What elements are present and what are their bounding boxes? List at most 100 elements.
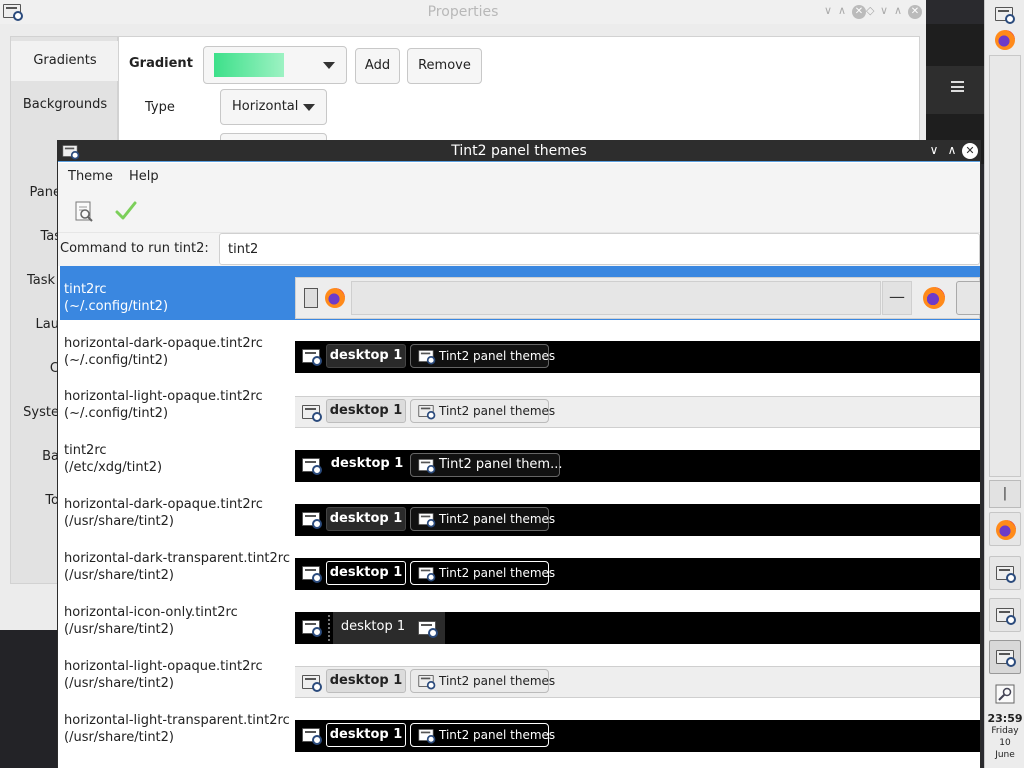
clock-day: Friday [991,726,1019,736]
hamburger-menu-icon[interactable] [951,81,964,92]
command-input[interactable] [219,233,980,265]
trash-launcher-icon [304,288,318,308]
tray-settings[interactable] [989,680,1021,708]
edit-theme-icon[interactable] [73,200,95,222]
sidebar-item-backgrounds[interactable]: Backgrounds [11,85,119,125]
add-gradient-button[interactable]: Add [355,48,400,84]
theme-row[interactable]: horizontal-light-transparent.tint2rc (/u… [60,698,980,752]
clock-date: 10 [999,738,1011,748]
panel-preview: desktop 1 Tint2 panel themes [295,720,980,752]
menu-help[interactable]: Help [129,169,159,184]
task-window-active[interactable] [989,640,1021,674]
task-label: Tint2 panel them... [439,457,563,472]
gradient-select[interactable] [203,46,347,84]
theme-path: (/usr/share/tint2) [64,514,174,529]
gradient-label: Gradient [129,56,193,71]
firefox-launcher[interactable] [989,26,1021,54]
theme-file: horizontal-dark-opaque.tint2rc [64,336,263,351]
window-icon [418,729,436,744]
type-select[interactable]: Horizontal [220,89,327,125]
theme-file: horizontal-light-transparent.tint2rc [64,713,290,728]
clock-time: 23:59 [987,712,1023,725]
desktop-button: desktop 1 [340,619,406,634]
minimize-alt-icon[interactable]: ∨ [880,4,894,18]
desktop-button: desktop 1 [326,399,406,423]
theme-row[interactable]: horizontal-dark-opaque.tint2rc (/usr/sha… [60,482,980,536]
minimize-icon[interactable]: ∨ [824,4,838,18]
theme-path: (/usr/share/tint2) [64,622,174,637]
pager[interactable] [989,55,1021,477]
firefox-icon [995,30,1015,50]
theme-path: (~/.config/tint2) [64,406,169,421]
task-button: Tint2 panel themes [410,399,555,423]
theme-file: tint2rc [64,282,107,297]
close-alt-icon[interactable]: ✕ [908,5,922,19]
window-icon [418,567,436,582]
theme-row[interactable]: horizontal-dark-opaque.tint2rc (~/.confi… [60,320,980,374]
task-firefox[interactable] [989,512,1021,546]
desktop-background [0,630,58,768]
shade-icon[interactable]: ◇ [866,4,880,18]
window-icon [996,608,1016,625]
theme-file: horizontal-dark-opaque.tint2rc [64,497,263,512]
chevron-down-icon [323,62,335,69]
minimize-icon[interactable]: ∨ [926,142,942,158]
theme-path: (/etc/xdg/tint2) [64,460,163,475]
theme-row[interactable]: tint2rc (~/.config/tint2) — [60,266,980,320]
task-button: Tint2 panel themes [410,561,555,585]
firefox-icon [325,288,345,308]
task-window[interactable] [989,556,1021,590]
theme-name: horizontal-light-transparent.tint2rc (/u… [64,712,290,746]
theme-name: tint2rc (/etc/xdg/tint2) [64,442,162,476]
window-icon [302,512,322,529]
theme-path: (~/.config/tint2) [64,299,169,314]
desktop-button: desktop 1 [326,561,406,585]
close-icon[interactable]: ✕ [962,143,978,159]
window-icon [302,458,322,475]
panel-preview: desktop 1 Tint2 panel themes [295,504,980,536]
maximize-alt-icon[interactable]: ∧ [894,4,908,18]
theme-path: (/usr/share/tint2) [64,730,174,745]
task-button: Tint2 panel themes [410,669,555,693]
desktop-button: desktop 1 [326,669,406,693]
panel-preview: desktop 1 Tint2 panel them... [295,450,980,482]
theme-name: horizontal-light-opaque.tint2rc (/usr/sh… [64,658,263,692]
sidebar-item-gradients[interactable]: Gradients [11,41,123,81]
themes-titlebar[interactable]: Tint2 panel themes ∨ ∧ ✕ [58,140,980,162]
clock[interactable]: 23:59 Friday 10 June [985,713,1024,761]
theme-name: tint2rc (~/.config/tint2) [64,281,168,315]
command-row: Command to run tint2: [58,233,980,266]
theme-row[interactable]: tint2rc (/etc/xdg/tint2) desktop 1 Tint2… [60,428,980,482]
window-icon [418,350,436,365]
task-label: Tint2 panel themes [439,728,556,742]
theme-row[interactable]: horizontal-dark-transparent.tint2rc (/us… [60,536,980,590]
theme-row[interactable]: horizontal-icon-only.tint2rc (/usr/share… [60,590,980,644]
desktop-button: desktop 1 [326,723,406,747]
properties-titlebar[interactable]: Properties ∨∧ ✕ ◇∨∧ ✕ [0,0,926,24]
panel-preview: desktop 1 Tint2 panel themes [295,341,980,373]
desktop-button: desktop 1 [326,507,406,531]
maximize-icon[interactable]: ∧ [944,142,960,158]
menu-theme[interactable]: Theme [68,169,113,184]
remove-gradient-button[interactable]: Remove [407,48,482,84]
maximize-icon[interactable]: ∧ [838,4,852,18]
window-launcher[interactable] [989,2,1021,26]
theme-file: horizontal-light-opaque.tint2rc [64,389,263,404]
toolbar [58,189,980,233]
theme-row[interactable]: horizontal-light-opaque.tint2rc (/usr/sh… [60,644,980,698]
task-window[interactable] [989,598,1021,632]
panel-preview: desktop 1 Tint2 panel themes [295,558,980,590]
apply-checkmark-icon[interactable] [115,200,137,222]
close-icon[interactable]: ✕ [852,5,866,19]
task-button: Tint2 panel themes [410,507,555,531]
window-icon [302,620,322,637]
task-label: Tint2 panel themes [439,566,556,580]
pager-desktop-button[interactable]: | [989,480,1021,508]
task-label: Tint2 panel themes [439,349,556,363]
window-icon [418,459,436,474]
theme-name: horizontal-dark-transparent.tint2rc (/us… [64,550,290,584]
window-icon [996,650,1016,667]
theme-row[interactable]: horizontal-light-opaque.tint2rc (~/.conf… [60,374,980,428]
theme-file: horizontal-icon-only.tint2rc [64,605,238,620]
properties-window-controls: ∨∧ ✕ ◇∨∧ ✕ [824,4,922,19]
